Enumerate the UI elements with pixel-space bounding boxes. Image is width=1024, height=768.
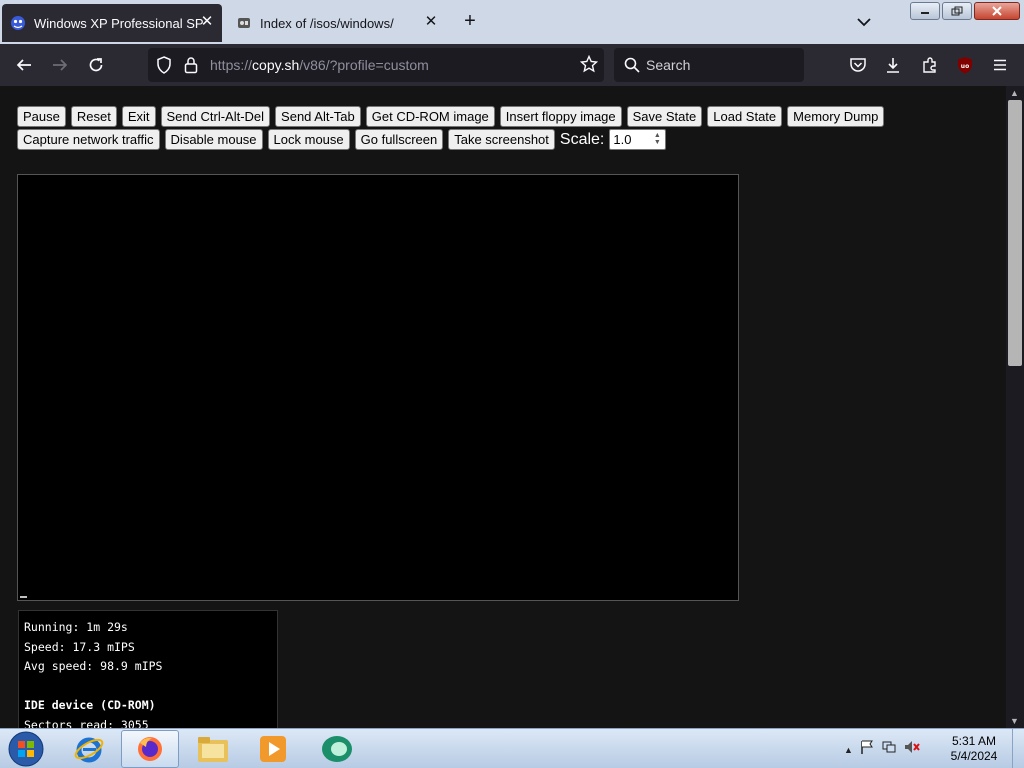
extensions-puzzle-icon[interactable] [918, 53, 942, 77]
control-row-1: Pause Reset Exit Send Ctrl-Alt-Del Send … [17, 106, 885, 127]
load-state-button[interactable]: Load State [707, 106, 783, 127]
url-domain: copy.sh [252, 57, 300, 73]
stat-ide-heading: IDE device (CD-ROM) [24, 698, 156, 712]
disable-mouse-button[interactable]: Disable mouse [164, 129, 263, 150]
tab-close-icon[interactable]: ✕ [200, 14, 214, 29]
restore-button[interactable] [942, 2, 972, 20]
v86-favicon-icon [10, 15, 26, 31]
save-state-button[interactable]: Save State [626, 106, 703, 127]
start-button[interactable] [6, 731, 46, 767]
tracking-shield-icon[interactable] [156, 56, 172, 79]
server-favicon-icon [236, 15, 252, 31]
system-tray: ▲ [844, 739, 921, 760]
send-alt-tab-button[interactable]: Send Alt-Tab [275, 106, 361, 127]
scrollbar-thumb[interactable] [1008, 100, 1022, 366]
send-ctrl-alt-del-button[interactable]: Send Ctrl-Alt-Del [160, 106, 271, 127]
svg-text:uo: uo [961, 63, 969, 70]
page-content: Pause Reset Exit Send Ctrl-Alt-Del Send … [0, 86, 1006, 728]
scroll-down-arrow-icon[interactable]: ▼ [1010, 716, 1019, 726]
back-arrow-icon[interactable] [12, 53, 36, 77]
scale-spinner-icon[interactable]: ▲ ▼ [652, 132, 662, 147]
tab-strip: Windows XP Professional SP3 x ✕ Index of… [0, 0, 1024, 44]
search-bar[interactable]: Search [614, 48, 804, 82]
url-text[interactable]: https://copy.sh/v86/?profile=custom [210, 57, 429, 73]
downloads-icon[interactable] [881, 53, 905, 77]
stat-speed: Speed: 17.3 mIPS [24, 639, 135, 654]
exit-button[interactable]: Exit [121, 106, 156, 127]
scroll-up-arrow-icon[interactable]: ▲ [1010, 88, 1019, 98]
lock-icon[interactable] [184, 56, 198, 79]
insert-floppy-image-button[interactable]: Insert floppy image [499, 106, 622, 127]
scale-input[interactable]: 1.0 ▲ ▼ [609, 129, 667, 150]
stat-sectors-read: Sectors read: 3055 [24, 717, 149, 729]
memory-dump-button[interactable]: Memory Dump [787, 106, 885, 127]
list-all-tabs-icon[interactable] [852, 12, 876, 32]
window-controls [910, 2, 1020, 20]
action-center-flag-icon[interactable] [859, 739, 875, 760]
show-hidden-icons-icon[interactable]: ▲ [844, 745, 853, 755]
scale-value: 1.0 [613, 132, 632, 147]
search-placeholder: Search [646, 57, 691, 73]
capture-network-traffic-button[interactable]: Capture network traffic [17, 129, 160, 150]
forward-arrow-icon[interactable] [48, 53, 72, 77]
take-screenshot-button[interactable]: Take screenshot [448, 129, 555, 150]
tab-index-isos[interactable]: Index of /isos/windows/ ✕ [228, 4, 446, 42]
clock-time: 5:31 AM [951, 734, 997, 748]
search-icon [624, 57, 640, 78]
close-window-button[interactable] [974, 2, 1020, 20]
page-scrollbar[interactable]: ▲ ▼ [1006, 86, 1024, 728]
volume-muted-icon[interactable] [903, 739, 921, 760]
text-cursor [20, 596, 27, 598]
windows-taskbar: ▲ 5:31 AM 5/4/2024 [0, 728, 1024, 768]
control-row-2: Capture network traffic Disable mouse Lo… [17, 129, 667, 150]
app-green-icon[interactable] [308, 730, 366, 768]
stat-running: Running: 1m 29s [24, 620, 128, 634]
url-scheme: https:// [210, 57, 253, 73]
emulator-stats-panel: Running: 1m 29s Speed: 17.3 mIPS Avg spe… [18, 610, 278, 728]
clock-date: 5/4/2024 [950, 749, 998, 763]
file-explorer-icon[interactable] [184, 730, 242, 768]
hamburger-menu-icon[interactable] [988, 53, 1012, 77]
url-path: /v86/?profile=custom [299, 57, 429, 73]
tab-label: Windows XP Professional SP3 x [34, 15, 204, 31]
lock-mouse-button[interactable]: Lock mouse [267, 129, 350, 150]
bookmark-star-icon[interactable] [579, 54, 599, 78]
ublock-origin-icon[interactable]: uo [953, 53, 977, 77]
tab-close-icon[interactable]: ✕ [424, 14, 438, 29]
stat-avg-speed: Avg speed: 98.9 mIPS [24, 659, 163, 673]
taskbar-clock[interactable]: 5:31 AM 5/4/2024 [944, 734, 1004, 764]
internet-explorer-icon[interactable] [60, 730, 118, 768]
reset-button[interactable]: Reset [70, 106, 117, 127]
show-desktop-button[interactable] [1012, 729, 1024, 768]
emulator-screen[interactable] [17, 174, 739, 601]
reload-icon[interactable] [84, 53, 108, 77]
media-player-icon[interactable] [244, 730, 302, 768]
scale-label: Scale: [559, 130, 605, 148]
pause-button[interactable]: Pause [17, 106, 66, 127]
new-tab-button[interactable]: + [458, 10, 482, 34]
network-icon[interactable] [881, 739, 897, 760]
url-bar[interactable]: https://copy.sh/v86/?profile=custom [148, 48, 604, 82]
go-fullscreen-button[interactable]: Go fullscreen [354, 129, 444, 150]
minimize-button[interactable] [910, 2, 940, 20]
tab-label: Index of /isos/windows/ [260, 15, 394, 31]
tab-windows-xp[interactable]: Windows XP Professional SP3 x ✕ [2, 4, 222, 42]
get-cdrom-image-button[interactable]: Get CD-ROM image [365, 106, 495, 127]
pocket-icon[interactable] [846, 53, 870, 77]
firefox-icon[interactable] [121, 730, 179, 768]
